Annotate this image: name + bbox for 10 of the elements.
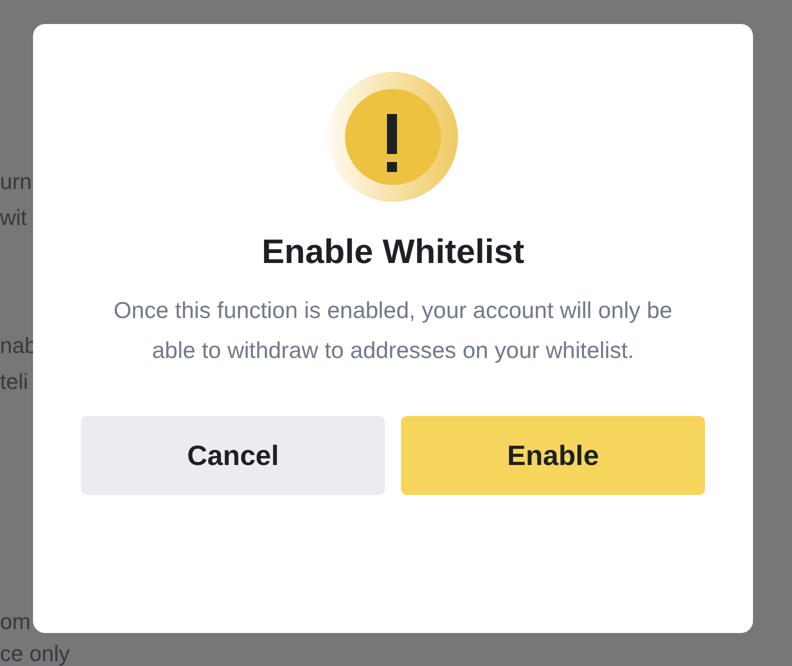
background-text: ce only xyxy=(0,640,70,666)
background-text: urn xyxy=(0,168,32,196)
cancel-button[interactable]: Cancel xyxy=(81,416,385,495)
background-text: teli xyxy=(0,368,28,396)
warning-icon xyxy=(328,72,458,202)
dialog-title: Enable Whitelist xyxy=(262,232,524,272)
background-text: om xyxy=(0,608,31,636)
background-text: wit xyxy=(0,204,27,232)
confirm-button[interactable]: Enable xyxy=(401,416,705,495)
dialog-message: Once this function is enabled, your account will only be able to withdraw to addresses on your whitelist. xyxy=(112,296,674,365)
